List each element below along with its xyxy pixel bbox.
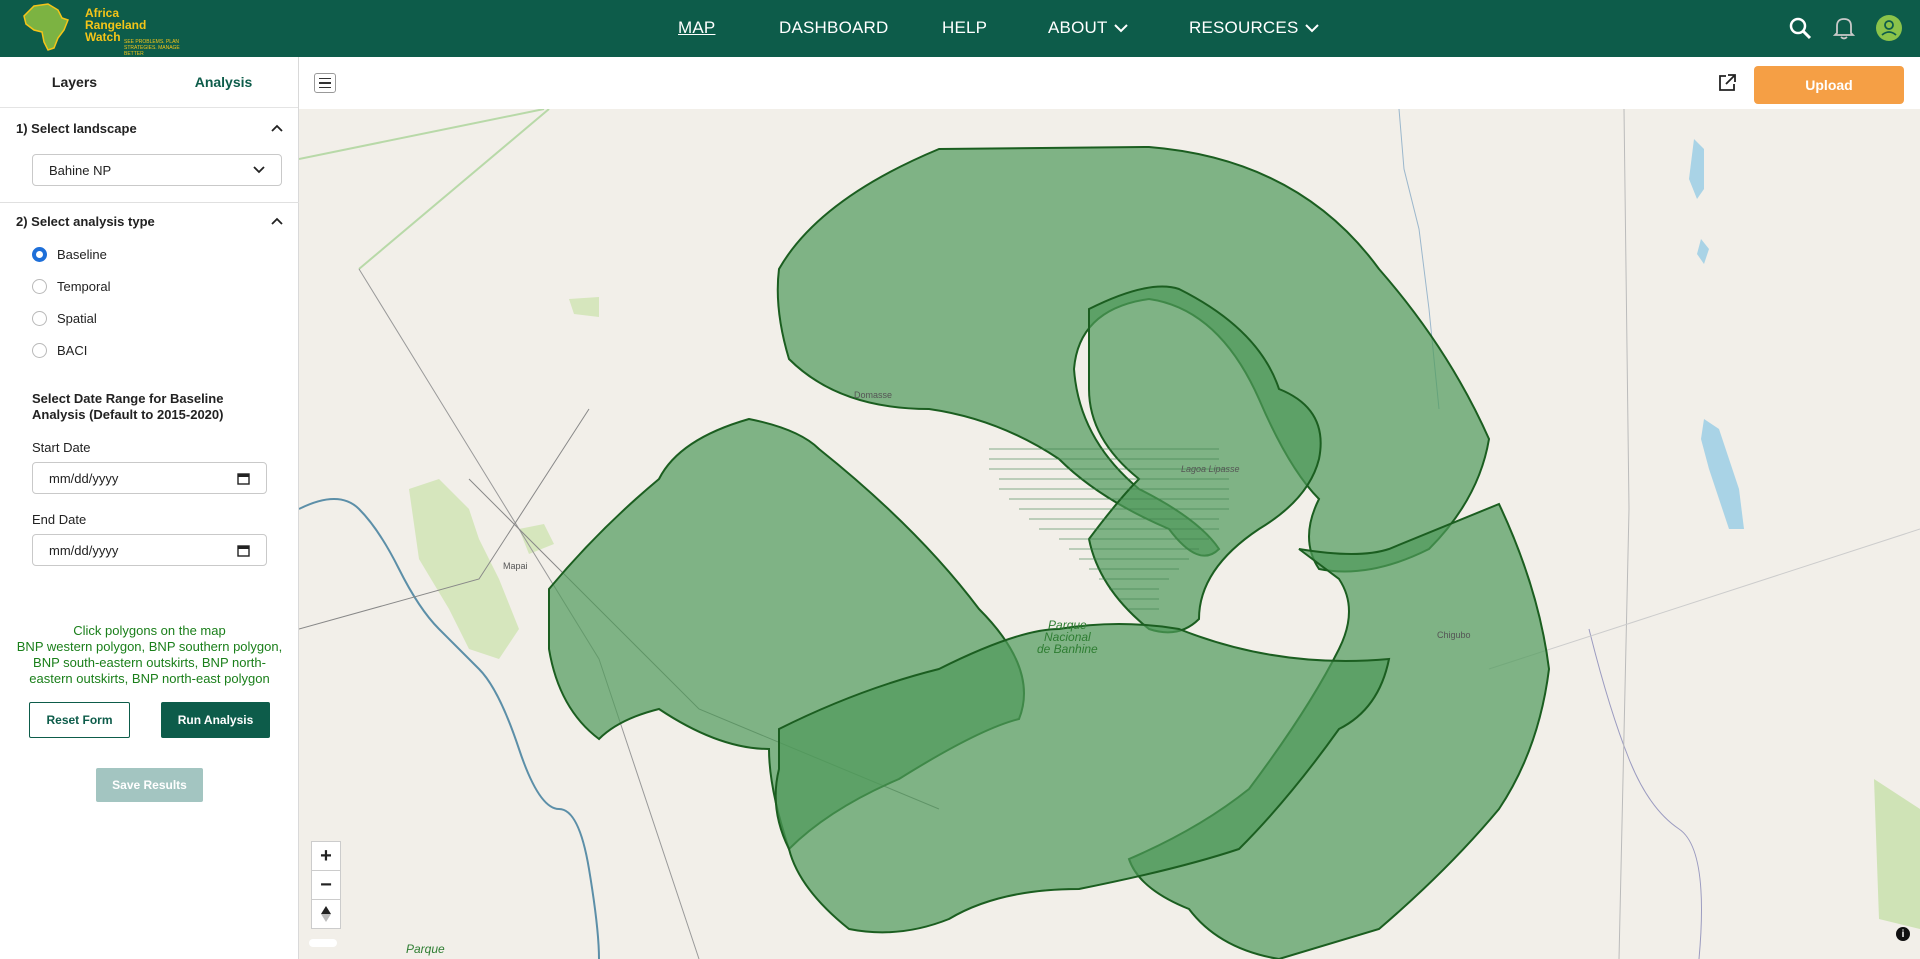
section-select-landscape-header[interactable]: 1) Select landscape xyxy=(0,108,299,148)
nav-map[interactable]: MAP xyxy=(678,18,715,38)
end-date-input[interactable]: mm/dd/yyyy xyxy=(32,534,267,566)
section-analysis-type-header[interactable]: 2) Select analysis type xyxy=(0,201,299,241)
chevron-up-icon xyxy=(271,217,283,225)
tab-layers[interactable]: Layers xyxy=(0,57,149,107)
zoom-in-button[interactable]: + xyxy=(311,841,341,871)
info-icon[interactable]: i xyxy=(1896,927,1910,941)
map-label-park-bottom: Parque xyxy=(406,942,445,956)
chevron-down-icon xyxy=(1304,24,1319,33)
reset-form-button[interactable]: Reset Form xyxy=(29,702,130,738)
map-label-domasse: Domasse xyxy=(854,390,893,400)
radio-baci[interactable]: BACI xyxy=(32,343,87,358)
radio-label: Temporal xyxy=(57,279,111,294)
start-date-value: mm/dd/yyyy xyxy=(49,470,119,486)
radio-baseline[interactable]: Baseline xyxy=(32,247,107,262)
chevron-down-icon xyxy=(1113,24,1128,33)
landscape-select[interactable]: Bahine NP xyxy=(32,154,282,186)
map-label-lagoa: Lagoa Lipasse xyxy=(1181,464,1240,474)
bell-icon[interactable] xyxy=(1828,12,1860,44)
radio-button[interactable] xyxy=(32,247,47,262)
map-canvas[interactable]: Domasse Lagoa Lipasse Mapai Chigubo Parq… xyxy=(299,109,1920,959)
landscape-select-value: Bahine NP xyxy=(49,162,112,178)
upload-button[interactable]: Upload xyxy=(1754,66,1904,104)
search-icon[interactable] xyxy=(1784,12,1816,44)
compass-reset-icon[interactable] xyxy=(311,899,341,929)
radio-button[interactable] xyxy=(32,311,47,326)
analysis-polygons[interactable] xyxy=(299,109,1920,959)
zoom-out-button[interactable]: − xyxy=(311,870,341,900)
map-label-chigubo: Chigubo xyxy=(1437,630,1471,640)
radio-temporal[interactable]: Temporal xyxy=(32,279,110,294)
start-date-label: Start Date xyxy=(32,440,91,455)
radio-label: Spatial xyxy=(57,311,97,326)
nav-resources[interactable]: RESOURCES xyxy=(1189,18,1319,38)
calendar-icon[interactable] xyxy=(237,472,250,485)
chevron-up-icon xyxy=(271,124,283,132)
radio-label: Baseline xyxy=(57,247,107,262)
top-navbar: Africa Rangeland Watch SEE PROBLEMS. PLA… xyxy=(0,0,1920,57)
radio-label: BACI xyxy=(57,343,88,358)
run-analysis-button[interactable]: Run Analysis xyxy=(161,702,270,738)
logo-tagline: SEE PROBLEMS. PLAN STRATEGIES. MANAGE BE… xyxy=(124,39,180,57)
start-date-input[interactable]: mm/dd/yyyy xyxy=(32,462,267,494)
scale-bar xyxy=(309,939,337,947)
map-label-mapai: Mapai xyxy=(503,561,528,571)
africa-rangeland-watch-logo[interactable]: Africa Rangeland Watch SEE PROBLEMS. PLA… xyxy=(18,2,200,57)
menu-icon[interactable] xyxy=(314,73,336,93)
end-date-value: mm/dd/yyyy xyxy=(49,542,119,558)
chevron-down-icon xyxy=(253,166,265,174)
africa-map-logo-icon xyxy=(23,3,69,51)
save-results-button: Save Results xyxy=(96,768,203,802)
nav-help[interactable]: HELP xyxy=(942,18,987,38)
map-toolbar: Upload xyxy=(299,57,1920,109)
nav-resources-label: RESOURCES xyxy=(1189,18,1299,37)
radio-spatial[interactable]: Spatial xyxy=(32,311,97,326)
radio-button[interactable] xyxy=(32,343,47,358)
nav-about[interactable]: ABOUT xyxy=(1048,18,1128,38)
radio-button[interactable] xyxy=(32,279,47,294)
section-title: 1) Select landscape xyxy=(16,120,137,136)
user-icon[interactable] xyxy=(1873,12,1905,44)
polygon-hint: Click polygons on the map BNP western po… xyxy=(16,623,283,686)
date-range-title: Select Date Range for Baseline Analysis … xyxy=(32,391,224,422)
map-label-park: Parque Nacional de Banhine xyxy=(1037,618,1098,656)
section-title: 2) Select analysis type xyxy=(16,213,155,229)
nav-dashboard[interactable]: DASHBOARD xyxy=(779,18,889,38)
analysis-sidebar: Layers Analysis 1) Select landscape Bahi… xyxy=(0,57,299,959)
calendar-icon[interactable] xyxy=(237,544,250,557)
tab-analysis[interactable]: Analysis xyxy=(149,57,298,107)
nav-about-label: ABOUT xyxy=(1048,18,1108,37)
logo-text: Africa Rangeland Watch xyxy=(85,6,147,44)
end-date-label: End Date xyxy=(32,512,87,527)
external-link-icon[interactable] xyxy=(1717,73,1737,98)
sidebar-tabs: Layers Analysis xyxy=(0,57,298,108)
